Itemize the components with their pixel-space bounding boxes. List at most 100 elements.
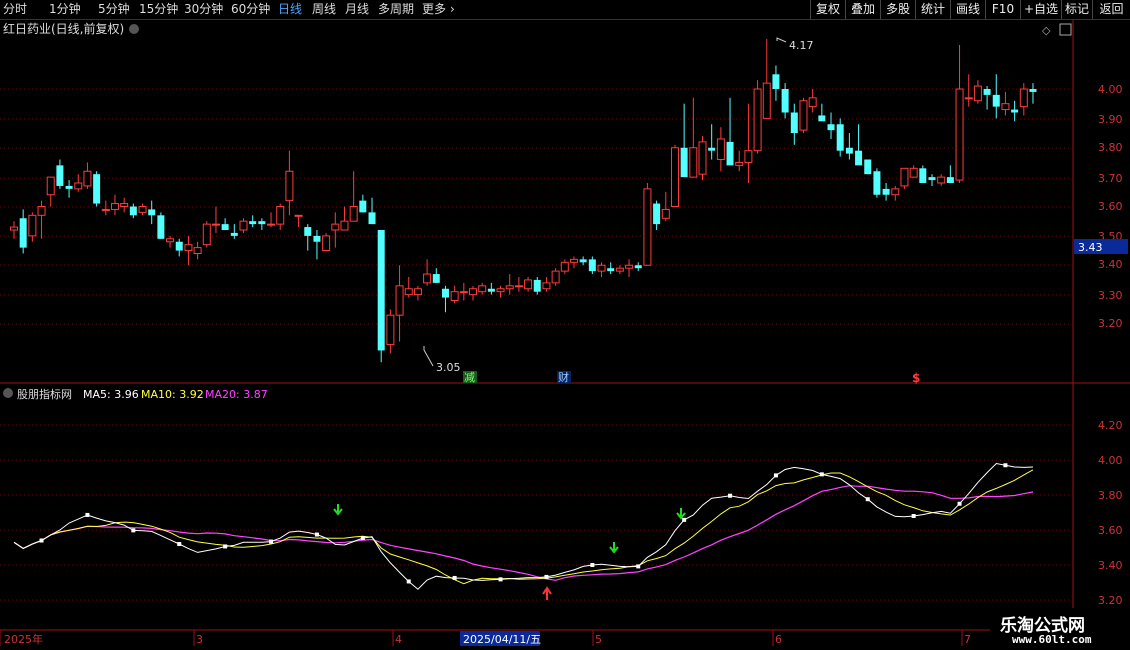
f10-button[interactable]: F10 <box>985 0 1020 19</box>
candle[interactable] <box>441 285 449 313</box>
candle[interactable] <box>753 80 762 154</box>
candle[interactable] <box>120 197 129 213</box>
candle[interactable] <box>597 262 606 277</box>
candle[interactable] <box>359 194 367 213</box>
candle[interactable] <box>964 74 973 107</box>
candle[interactable] <box>625 259 634 277</box>
candle[interactable] <box>726 97 734 166</box>
candle[interactable] <box>211 206 220 233</box>
candle[interactable] <box>533 277 541 295</box>
add-watchlist-button[interactable]: +自选 <box>1020 0 1061 19</box>
candle[interactable] <box>955 44 964 183</box>
candle[interactable] <box>28 212 37 242</box>
period-tab-fenshi[interactable]: 分时 <box>3 1 27 18</box>
period-tab-daily[interactable]: 日线 <box>278 1 302 18</box>
candle[interactable] <box>202 221 211 248</box>
period-tab-30min[interactable]: 30分钟 <box>184 1 223 18</box>
statistics-button[interactable]: 统计 <box>915 0 950 19</box>
candle[interactable] <box>368 197 376 225</box>
candle[interactable] <box>386 309 395 354</box>
candle[interactable] <box>946 165 954 183</box>
candle[interactable] <box>459 282 468 301</box>
candle[interactable] <box>423 259 432 286</box>
candle[interactable] <box>827 112 835 139</box>
candle[interactable] <box>689 97 698 178</box>
candle[interactable] <box>294 214 303 228</box>
period-tab-15min[interactable]: 15分钟 <box>139 1 178 18</box>
candle[interactable] <box>340 206 349 231</box>
candle[interactable] <box>569 256 578 269</box>
dollar-marker[interactable]: $ <box>912 371 920 385</box>
candle[interactable] <box>267 212 276 228</box>
candle[interactable] <box>221 218 229 230</box>
multi-stock-button[interactable]: 多股 <box>880 0 915 19</box>
candle[interactable] <box>670 144 679 207</box>
candle[interactable] <box>1011 100 1019 122</box>
candle[interactable] <box>322 232 331 252</box>
candle[interactable] <box>882 183 890 201</box>
overlay-button[interactable]: 叠加 <box>845 0 880 19</box>
candle[interactable] <box>74 174 83 192</box>
candle[interactable] <box>395 265 404 342</box>
back-button[interactable]: 返回 <box>1092 0 1130 19</box>
candle[interactable] <box>1029 83 1037 104</box>
candle[interactable] <box>790 103 798 145</box>
candle[interactable] <box>909 165 918 178</box>
candle[interactable] <box>855 124 863 166</box>
chevron-down-icon[interactable] <box>129 24 139 34</box>
chevron-right-icon[interactable]: › <box>450 1 455 18</box>
candle[interactable] <box>349 171 358 222</box>
candle[interactable] <box>772 65 780 101</box>
candle[interactable] <box>937 174 946 186</box>
candle[interactable] <box>432 268 440 283</box>
candle[interactable] <box>845 133 853 160</box>
candle[interactable] <box>377 230 385 363</box>
candle[interactable] <box>579 256 587 266</box>
candle[interactable] <box>276 203 285 230</box>
candle[interactable] <box>487 282 495 295</box>
candle[interactable] <box>83 162 92 189</box>
candle[interactable] <box>799 97 808 134</box>
candle[interactable] <box>818 103 826 122</box>
candle[interactable] <box>992 74 1000 119</box>
candle[interactable] <box>166 235 175 248</box>
candle[interactable] <box>762 39 771 119</box>
candle[interactable] <box>864 159 872 175</box>
candle[interactable] <box>19 209 27 254</box>
candle[interactable] <box>148 200 156 225</box>
candle[interactable] <box>653 200 661 230</box>
candle[interactable] <box>680 103 688 178</box>
candle[interactable] <box>505 274 514 295</box>
diamond-icon[interactable]: ◇ <box>1042 24 1051 37</box>
candle[interactable] <box>304 224 312 251</box>
period-tab-5min[interactable]: 5分钟 <box>98 1 130 18</box>
window-toggle-icon[interactable] <box>1059 23 1072 36</box>
candle[interactable] <box>313 230 321 260</box>
candle[interactable] <box>285 150 294 216</box>
kline-chart[interactable]: 4.00 3.90 3.80 3.70 3.60 3.50 3.40 3.30 … <box>0 20 1130 650</box>
candle[interactable] <box>808 89 817 113</box>
candle[interactable] <box>110 194 119 216</box>
candle[interactable] <box>193 241 202 260</box>
candle[interactable] <box>708 124 716 160</box>
candle[interactable] <box>607 262 615 275</box>
candle[interactable] <box>735 150 744 172</box>
candle[interactable] <box>56 159 64 189</box>
candle[interactable] <box>469 285 477 301</box>
candle[interactable] <box>258 218 266 230</box>
candle[interactable] <box>873 168 881 198</box>
candle[interactable] <box>588 256 596 275</box>
candle[interactable] <box>919 165 927 183</box>
candle[interactable] <box>514 277 523 292</box>
candle[interactable] <box>239 218 248 233</box>
candle[interactable] <box>46 176 55 207</box>
candle[interactable] <box>478 282 487 295</box>
candle[interactable] <box>615 265 624 275</box>
period-tab-more[interactable]: 更多 <box>422 1 446 18</box>
candle[interactable] <box>450 285 459 304</box>
candle[interactable] <box>230 224 238 239</box>
candle[interactable] <box>138 203 147 216</box>
period-tab-monthly[interactable]: 月线 <box>345 1 369 18</box>
candle[interactable] <box>836 118 844 157</box>
candle[interactable] <box>643 183 652 266</box>
